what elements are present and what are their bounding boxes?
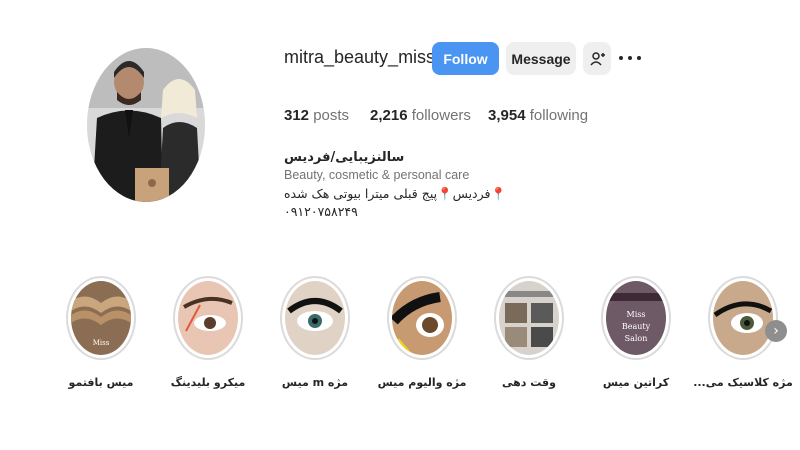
bio-category: Beauty, cosmetic & personal care <box>284 168 470 182</box>
suggested-accounts-button[interactable] <box>583 42 611 75</box>
story-highlight[interactable]: میکرو بلیدینگ <box>148 276 268 389</box>
posts-count: 312 posts <box>284 107 349 124</box>
followers-label: followers <box>411 107 471 124</box>
profile-avatar[interactable] <box>87 48 205 202</box>
story-highlight[interactable]: مژه m میس <box>255 276 375 389</box>
story-highlight[interactable]: Miss Beauty Salon کراتین میس <box>576 276 696 389</box>
follow-button[interactable]: Follow <box>432 42 499 75</box>
following-label: following <box>529 107 589 124</box>
eyebrow-image <box>178 281 238 355</box>
story-highlight[interactable]: وقت دهی <box>469 276 589 389</box>
miss-beauty-salon-image: Miss Beauty Salon <box>606 281 666 355</box>
posts-label: posts <box>313 107 350 124</box>
highlight-label: کراتین میس <box>602 376 670 389</box>
highlight-label: میکرو بلیدینگ <box>170 376 246 389</box>
story-highlight[interactable]: Miss میس بافتمو <box>41 276 161 389</box>
bio-name: سالنزیبایی/فردیس <box>284 150 405 165</box>
profile-username: mitra_beauty_miss <box>284 47 436 67</box>
appointment-image <box>499 281 559 355</box>
add-person-icon <box>590 51 605 66</box>
salon-text-salon: Salon <box>625 334 648 343</box>
following-number: 3,954 <box>488 107 526 124</box>
story-highlight[interactable]: مژه والیوم میس <box>362 276 482 389</box>
classic-lash-image <box>713 281 773 355</box>
posts-number: 312 <box>284 107 310 124</box>
highlight-label: وقت دهی <box>502 376 556 389</box>
following-link[interactable]: 3,954 following <box>488 107 588 124</box>
more-options-icon[interactable] <box>619 50 641 66</box>
bio-phone: ۰۹۱۲۰۷۵۸۲۴۹ <box>284 204 358 219</box>
svg-text:Miss: Miss <box>93 339 110 347</box>
salon-text-miss: Miss <box>627 310 646 319</box>
highlight-label: میس بافتمو <box>68 376 134 389</box>
hair-braid-image: Miss <box>71 281 131 355</box>
highlight-label: مژه m میس <box>281 376 349 389</box>
message-button[interactable]: Message <box>506 42 576 75</box>
volume-lash-image <box>392 281 452 355</box>
followers-number: 2,216 <box>370 107 408 124</box>
bio-text: 📍فردیس📍پیج قبلی میترا بیوتی هک شده <box>284 186 507 201</box>
salon-text-beauty: Beauty <box>622 322 651 331</box>
followers-link[interactable]: 2,216 followers <box>370 107 471 124</box>
highlight-label: مژه کلاسیک می... <box>693 376 793 389</box>
chevron-right-icon[interactable]: › <box>765 320 787 342</box>
eyelash-image <box>285 281 345 355</box>
highlight-label: مژه والیوم میس <box>377 376 467 389</box>
